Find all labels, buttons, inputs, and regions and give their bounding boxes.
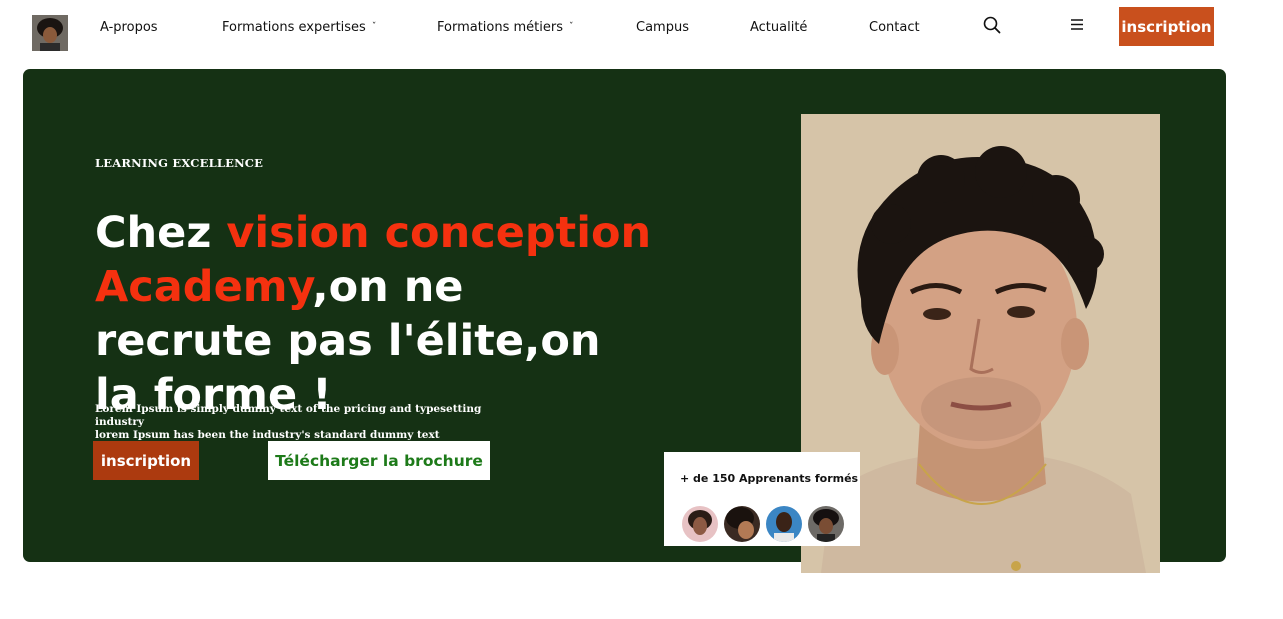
- description-line-1: Lorem Ipsum is simply dummy text of the …: [95, 403, 482, 428]
- nav-link-contact[interactable]: Contact: [869, 20, 920, 35]
- chevron-down-icon: ˇ: [371, 22, 377, 32]
- learners-count-text: + de 150 Apprenants formés: [680, 472, 859, 485]
- nav-inscription-button[interactable]: inscription: [1119, 7, 1214, 46]
- headline-part-1: Chez: [95, 208, 227, 258]
- nav-link-formations-expertises[interactable]: Formations expertises ˇ: [222, 20, 376, 35]
- hero-headline: Chez vision conception Academy,on ne rec…: [95, 206, 655, 422]
- nav-link-a-propos[interactable]: A-propos: [100, 20, 158, 35]
- avatar: [766, 506, 802, 542]
- nav-link-formations-metiers[interactable]: Formations métiers ˇ: [437, 20, 574, 35]
- search-icon[interactable]: [982, 15, 1002, 35]
- avatar: [682, 506, 718, 542]
- hero-eyebrow: LEARNING EXCELLENCE: [95, 156, 264, 170]
- nav-link-campus[interactable]: Campus: [636, 20, 689, 35]
- logo[interactable]: [32, 15, 68, 51]
- chevron-down-icon: ˇ: [569, 22, 574, 32]
- download-brochure-button[interactable]: Télécharger la brochure: [268, 441, 490, 480]
- hero-description: Lorem Ipsum is simply dummy text of the …: [95, 403, 515, 442]
- avatar: [808, 506, 844, 542]
- avatar-logo-icon: [32, 15, 68, 51]
- avatar: [724, 506, 760, 542]
- hero-inscription-button[interactable]: inscription: [93, 441, 199, 480]
- learners-stats-card: + de 150 Apprenants formés: [664, 452, 860, 546]
- top-navigation: A-propos Formations expertises ˇ Formatio…: [0, 0, 1283, 60]
- hamburger-menu-icon[interactable]: [1067, 15, 1087, 35]
- nav-link-actualite[interactable]: Actualité: [750, 20, 807, 35]
